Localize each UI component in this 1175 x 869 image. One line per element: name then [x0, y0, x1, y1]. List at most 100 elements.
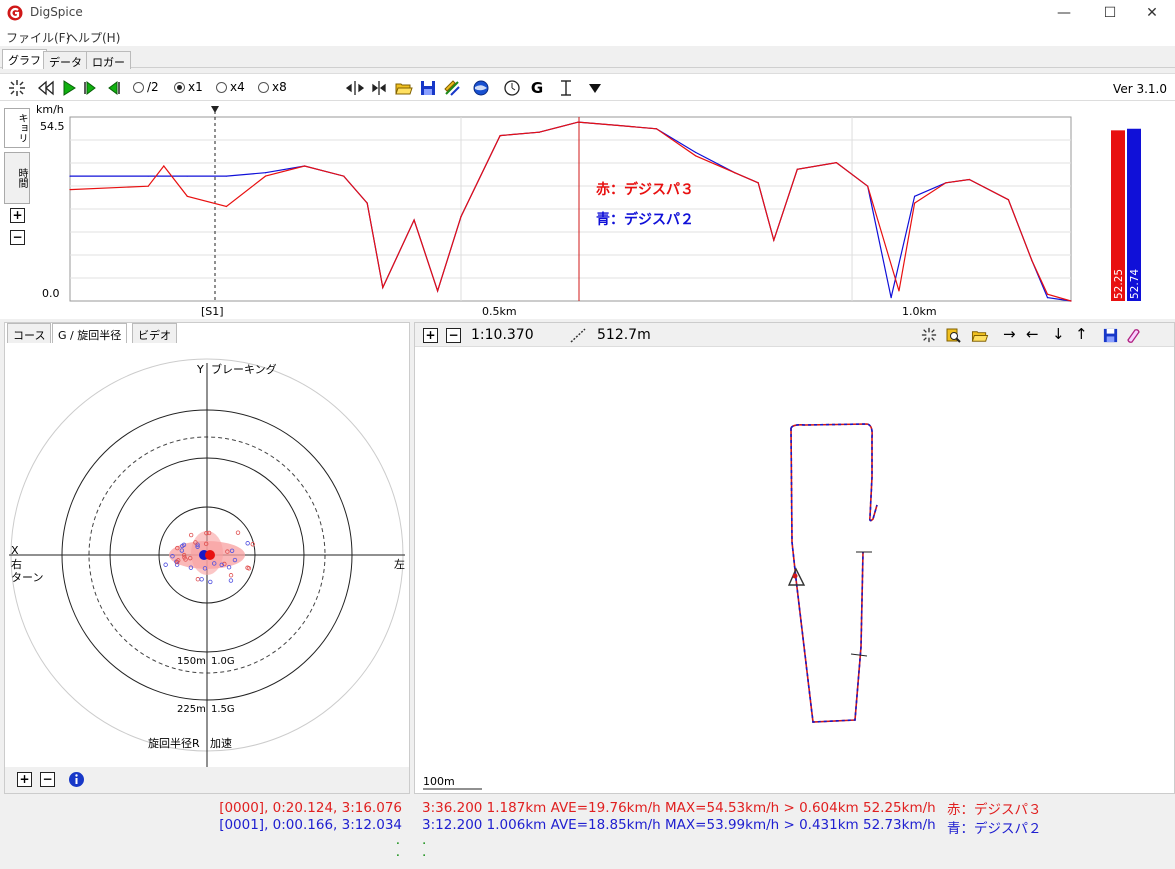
speed-x1-radio[interactable]: x1	[174, 80, 203, 94]
series-point	[1046, 297, 1049, 299]
series-point	[796, 168, 798, 170]
tab-time[interactable]: 時間	[4, 152, 30, 204]
x-tick-s1: [S1]	[201, 305, 224, 318]
g-circle-plot[interactable]: Y ブレーキング X 右 ターン 左 150m 1.0G 225m 1.5G 旋…	[5, 343, 409, 767]
status-right-dot: .	[422, 844, 427, 860]
rewind-icon[interactable]	[37, 79, 55, 97]
series-point	[890, 297, 892, 299]
expand-horizontal-icon[interactable]	[346, 79, 364, 97]
radio-label: x4	[230, 80, 245, 94]
status-right: 3:36.200 1.187km AVE=19.76km/h MAX=54.53…	[414, 796, 1175, 866]
map-open-folder-icon[interactable]	[971, 327, 989, 344]
arrow-down-icon[interactable]: ↓	[1052, 325, 1065, 343]
g-scatter-point	[208, 579, 213, 585]
globe-icon[interactable]	[472, 79, 490, 97]
tab-distance[interactable]: キョリ	[4, 108, 30, 148]
step-back-icon[interactable]	[105, 79, 121, 97]
y-max-label: 54.5	[40, 120, 65, 133]
menu-file[interactable]: ファイル(F)	[6, 29, 70, 46]
open-folder-icon[interactable]	[395, 79, 413, 97]
x-axis-label: X	[11, 544, 19, 557]
g-scatter-point	[228, 573, 234, 578]
clock-icon[interactable]	[503, 79, 521, 97]
g-zoom-out-button[interactable]: −	[40, 772, 55, 787]
step-forward-icon[interactable]	[83, 79, 99, 97]
dropdown-arrow-icon[interactable]	[587, 79, 603, 97]
map-zoom-out-button[interactable]: −	[446, 328, 461, 343]
y-axis-label: Y	[196, 363, 204, 376]
speed-x8-radio[interactable]: x8	[258, 80, 287, 94]
sync-icon[interactable]	[443, 79, 461, 97]
braking-label: ブレーキング	[211, 362, 277, 376]
right-label: 右	[11, 557, 22, 571]
g-point-red	[205, 550, 215, 560]
tab-g-radius[interactable]: G / 旋回半径	[52, 323, 128, 343]
zoom-in-button[interactable]: +	[10, 208, 25, 223]
legend-red: 赤：デジスパ３	[596, 181, 694, 198]
radio-dot	[216, 81, 227, 93]
speed-x4-radio[interactable]: x4	[216, 80, 245, 94]
shrink-horizontal-icon[interactable]	[370, 79, 388, 97]
ring1-g-label: 1.0G	[211, 656, 235, 667]
status-left-dot: .	[395, 844, 400, 860]
status-left-blue: [0001], 0:00.166, 3:12.034	[219, 817, 402, 833]
measure-icon[interactable]	[569, 327, 587, 344]
map-zoom-in-button[interactable]: +	[423, 328, 438, 343]
zoom-out-button[interactable]: −	[10, 230, 25, 245]
tab-data[interactable]: データ	[43, 51, 88, 69]
tab-logger[interactable]: ロガー	[86, 51, 131, 69]
eraser-icon[interactable]	[1125, 327, 1142, 344]
series-point	[867, 185, 869, 187]
radio-label: x8	[272, 80, 287, 94]
g-zoom-in-button[interactable]: +	[17, 772, 32, 787]
series-point	[163, 165, 165, 167]
menu-help[interactable]: ヘルプ(H)	[66, 29, 120, 46]
g-force-button[interactable]: G	[528, 79, 546, 97]
series-point	[69, 175, 71, 177]
series-point	[436, 290, 439, 292]
info-icon[interactable]	[68, 771, 85, 788]
course-map[interactable]: 100m	[415, 347, 1174, 793]
radius-label: 旋回半径R	[148, 736, 200, 750]
play-icon[interactable]	[60, 79, 78, 97]
reset-icon[interactable]	[8, 79, 26, 97]
vertical-range-icon[interactable]	[557, 79, 575, 97]
scale-label: 100m	[423, 775, 455, 788]
tab-video[interactable]: ビデオ	[132, 323, 177, 343]
close-button[interactable]: ✕	[1129, 0, 1175, 26]
series-point	[1046, 293, 1049, 295]
map-search-icon[interactable]	[945, 327, 962, 344]
series-point	[695, 155, 697, 157]
series-point	[264, 172, 267, 174]
arrow-up-icon[interactable]: ↑	[1075, 325, 1088, 343]
series-point	[147, 175, 149, 177]
g-plot-rings	[9, 358, 405, 767]
speed-half-radio[interactable]: /2	[133, 80, 159, 94]
save-icon[interactable]	[419, 79, 437, 97]
map-save-icon[interactable]	[1102, 327, 1119, 344]
maximize-button[interactable]: ☐	[1087, 0, 1133, 26]
ring2-g-label: 1.5G	[211, 704, 235, 715]
map-reset-icon[interactable]	[921, 327, 937, 343]
series-point	[538, 131, 540, 133]
minimize-button[interactable]: —	[1041, 0, 1087, 26]
radio-dot	[174, 81, 185, 93]
tab-graph[interactable]: グラフ	[2, 49, 47, 69]
status-right-red: 3:36.200 1.187km AVE=19.76km/h MAX=54.53…	[422, 800, 936, 816]
arrow-right-icon[interactable]: →	[1003, 325, 1016, 343]
radio-label: x1	[188, 80, 203, 94]
series-point	[382, 286, 384, 289]
tab-course[interactable]: コース	[7, 323, 52, 343]
series-point	[147, 185, 149, 187]
x-tick-0-5km: 0.5km	[482, 305, 517, 318]
lap-time: 1:10.370	[471, 327, 534, 343]
series-point	[343, 175, 345, 177]
speed-chart[interactable]: km/h 54.5 0.0 [S1] 0.5km 1.0km 赤：デジスパ３ 青…	[0, 101, 1175, 319]
series-point	[304, 165, 306, 167]
series-point	[913, 195, 916, 197]
series-point	[757, 182, 759, 184]
series-point	[898, 290, 900, 292]
arrow-left-icon[interactable]: ←	[1026, 325, 1039, 343]
g-scatter-point	[235, 530, 241, 535]
course-map-panel: + − 1:10.370 512.7m → ← ↓ ↑ 100m	[414, 322, 1175, 794]
